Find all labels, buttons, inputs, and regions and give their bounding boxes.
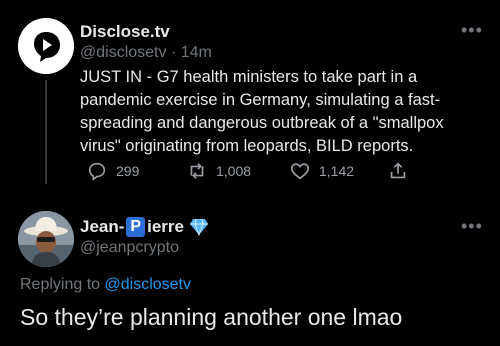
tweet1-author-name[interactable]: Disclose.tv <box>80 22 170 42</box>
reply-button[interactable]: 299 <box>86 160 139 182</box>
tweet2-handle[interactable]: @jeanpcrypto <box>80 239 179 257</box>
like-count: 1,142 <box>319 163 355 179</box>
tweet1-text: JUST IN - G7 health ministers to take pa… <box>80 66 490 158</box>
tweet1-separator: · <box>170 44 177 61</box>
tweet1-time[interactable]: 14m <box>181 44 212 61</box>
tweet1-meta: @disclosetv · 14m <box>80 44 212 62</box>
replying-to: Replying to @disclosetv <box>20 276 191 294</box>
tweet2-name-suffix: ierre <box>147 217 184 236</box>
tweet1-more-icon[interactable]: ••• <box>461 20 483 41</box>
cowboy-avatar-icon <box>18 211 74 267</box>
retweet-button[interactable]: 1,008 <box>186 160 251 182</box>
retweet-icon <box>190 163 204 179</box>
share-button[interactable] <box>387 160 409 182</box>
share-icon <box>390 162 406 179</box>
tweet1-text-line: pandemic exercise in Germany, simulating… <box>80 91 441 109</box>
disclose-avatar[interactable] <box>18 18 74 74</box>
thread-line <box>45 80 47 184</box>
tweet2-name-prefix: Jean- <box>80 217 125 236</box>
tweet1-handle[interactable]: @disclosetv <box>80 44 167 61</box>
replying-label: Replying to <box>20 276 101 293</box>
heart-icon <box>290 163 310 180</box>
tweet2-name-badge: P <box>126 217 146 237</box>
retweet-count: 1,008 <box>216 163 252 179</box>
play-logo-icon <box>18 18 74 74</box>
reply-count: 299 <box>116 163 140 179</box>
tweet2-author-name[interactable]: Jean- P ierre <box>80 217 209 237</box>
replying-handle-link[interactable]: @disclosetv <box>105 276 192 293</box>
jeanpierre-avatar[interactable] <box>18 211 74 267</box>
tweet1-text-line: JUST IN - G7 health ministers to take pa… <box>80 68 418 86</box>
diamond-icon <box>189 218 208 236</box>
tweet1-text-line: virus" originating from leopards, BILD r… <box>80 137 414 155</box>
tweet2-more-icon[interactable]: ••• <box>461 216 483 237</box>
like-button[interactable]: 1,142 <box>289 160 354 182</box>
tweet1-text-line: spreading and dangerous outbreak of a "s… <box>80 114 444 132</box>
reply-icon <box>88 162 106 181</box>
tweet2-text: So they’re planning another one lmao <box>20 304 403 330</box>
